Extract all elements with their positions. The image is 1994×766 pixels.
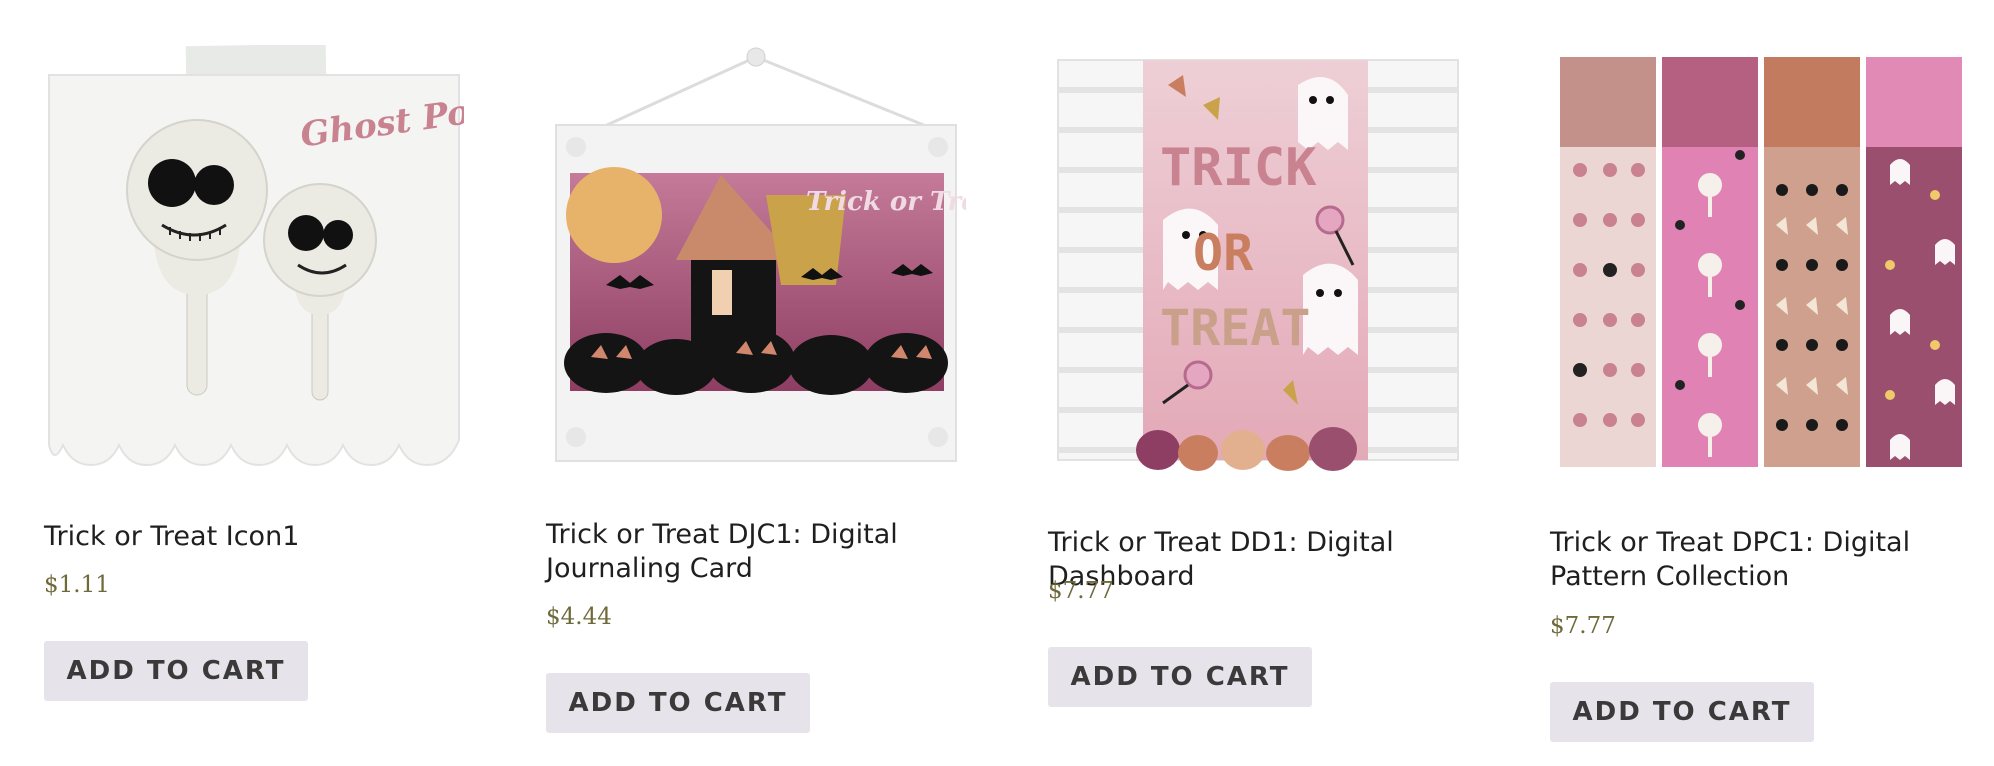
add-to-cart-button[interactable]: ADD TO CART (1048, 647, 1312, 707)
product-price: $7.77 (1048, 578, 1114, 604)
image-label: Trick or Treat (806, 187, 966, 217)
product-price: $1.11 (44, 572, 110, 598)
add-to-cart-button[interactable]: ADD TO CART (546, 673, 810, 733)
product-card-4: Trick or Treat DPC1: Digital Pattern Col… (1550, 0, 1970, 766)
product-image-pattern-collection[interactable] (1550, 45, 1970, 475)
product-price: $4.44 (546, 604, 612, 630)
product-title[interactable]: Trick or Treat DJC1: Digital Journaling … (546, 518, 966, 586)
image-label: OR (1193, 224, 1254, 282)
add-to-cart-button[interactable]: ADD TO CART (1550, 682, 1814, 742)
image-label: TRICK (1160, 138, 1317, 198)
product-title[interactable]: Trick or Treat DPC1: Digital Pattern Col… (1550, 526, 1970, 594)
product-image-dashboard[interactable]: TRICK OR TREAT (1048, 45, 1468, 475)
product-card-3: TRICK OR TREAT Trick or Treat DD1: Digit… (1048, 0, 1468, 766)
product-card-2: Trick or Treat Trick or Treat DJC1: Digi… (546, 0, 966, 766)
product-price: $7.77 (1550, 613, 1616, 639)
product-title[interactable]: Trick or Treat Icon1 (44, 520, 464, 554)
image-label: TREAT (1160, 299, 1311, 357)
product-image-ghost-pop[interactable]: Ghost Pop (44, 45, 464, 475)
add-to-cart-button[interactable]: ADD TO CART (44, 641, 308, 701)
product-image-journaling-card[interactable]: Trick or Treat (546, 45, 966, 475)
product-card-1: Ghost Pop Trick or Treat Icon1 $1.11 ADD… (44, 0, 464, 766)
